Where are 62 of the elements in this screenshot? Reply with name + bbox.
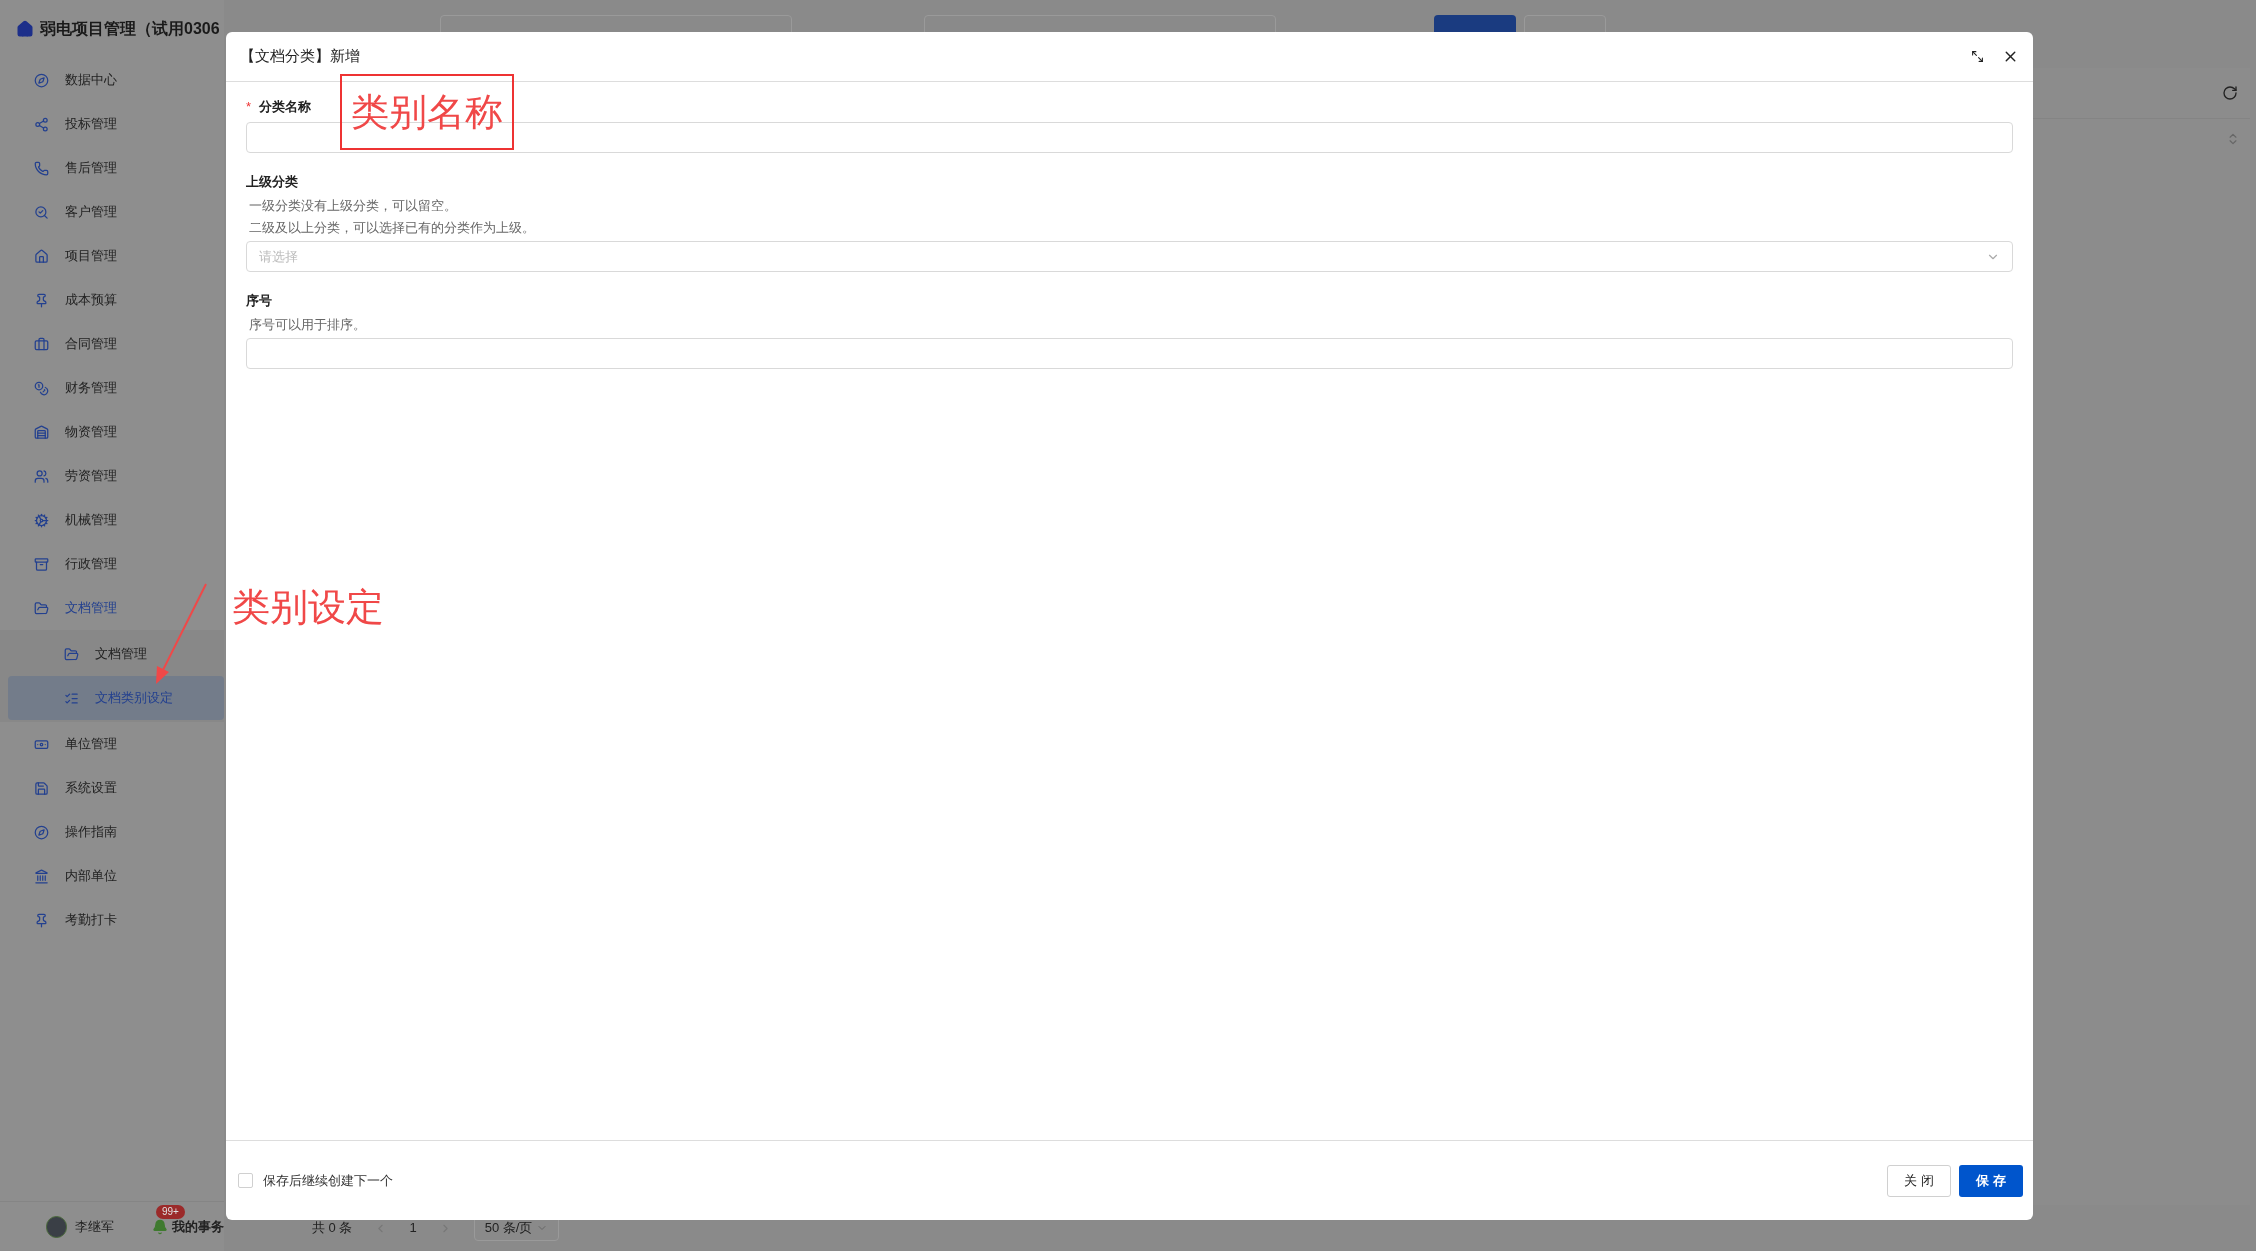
sidebar-item[interactable]: 文档管理 (0, 586, 224, 630)
house-icon (34, 248, 49, 264)
sidebar-item[interactable]: 合同管理 (0, 322, 224, 366)
sidebar-item[interactable]: 劳资管理 (0, 454, 224, 498)
nodes-icon (34, 116, 49, 132)
magnifier-icon (34, 204, 49, 220)
sidebar-item[interactable]: 行政管理 (0, 542, 224, 586)
page-number[interactable]: 1 (409, 1218, 417, 1238)
folder-icon (64, 646, 79, 662)
avatar[interactable] (46, 1215, 67, 1238)
sidebar-item[interactable]: 内部单位 (0, 854, 224, 898)
compass-icon (34, 72, 49, 88)
people-icon (34, 468, 49, 484)
sidebar-item[interactable]: 数据中心 (0, 58, 224, 102)
sidebar-item[interactable]: 考勤打卡 (0, 898, 224, 942)
sidebar-item[interactable]: 系统设置 (0, 766, 224, 810)
pin-icon (34, 292, 49, 308)
dialog-title: 【文档分类】新增 (240, 46, 360, 67)
bell-icon[interactable] (152, 1218, 168, 1235)
sidebar-item[interactable]: 单位管理 (0, 722, 224, 766)
checkbox-label[interactable]: 保存后继续创建下一个 (263, 1170, 393, 1191)
coins-icon (34, 380, 49, 396)
sidebar-item[interactable]: 投标管理 (0, 102, 224, 146)
field-label: 分类名称 (259, 98, 312, 117)
annotation-label: 类别名称 (340, 74, 514, 150)
briefcase-icon (34, 336, 49, 352)
field-hint: 序号可以用于排序。 (248, 317, 367, 334)
count-badge: 99+ (156, 1204, 185, 1219)
warehouse-icon (34, 424, 49, 440)
user-name[interactable]: 李继军 (75, 1216, 114, 1237)
expand-icon[interactable] (1971, 50, 1984, 63)
field-label: 序号 (246, 292, 272, 311)
checklist-icon (64, 690, 79, 706)
save-button[interactable]: 保 存 (1959, 1164, 2023, 1197)
refresh-icon[interactable] (2222, 85, 2238, 101)
phone-icon (34, 160, 49, 176)
sidebar-item[interactable]: 物资管理 (0, 410, 224, 454)
sidebar-item[interactable]: 成本预算 (0, 278, 224, 322)
house-icon (16, 20, 34, 38)
checkbox[interactable] (238, 1173, 253, 1188)
compass-icon (34, 824, 49, 840)
sidebar-item[interactable]: 操作指南 (0, 810, 224, 854)
sidebar-item[interactable]: 文档管理 (8, 632, 224, 676)
field-hint: 一级分类没有上级分类，可以留空。 (248, 198, 458, 215)
tasks-link[interactable]: 我的事务 (172, 1216, 224, 1237)
total-count: 共 0 条 (312, 1219, 353, 1238)
pin-icon (34, 912, 49, 928)
archive-icon (34, 556, 49, 572)
required-mark: * (246, 98, 252, 117)
sidebar-item[interactable]: 项目管理 (0, 234, 224, 278)
field-label: 上级分类 (246, 173, 298, 192)
annotation-text: 类别设定 (232, 588, 384, 626)
sidebar-item[interactable]: 机械管理 (0, 498, 224, 542)
input-field[interactable] (246, 338, 2013, 369)
sidebar-item[interactable]: 财务管理 (0, 366, 224, 410)
sidebar-item[interactable]: 售后管理 (0, 146, 224, 190)
close-button[interactable]: 关 闭 (1887, 1164, 1951, 1197)
field-hint: 二级及以上分类，可以选择已有的分类作为上级。 (248, 220, 536, 237)
app-title[interactable]: 弱电项目管理（试用0306 (40, 17, 220, 41)
sidebar-item[interactable]: 客户管理 (0, 190, 224, 234)
building-icon (34, 868, 49, 884)
folder-icon (34, 600, 49, 616)
